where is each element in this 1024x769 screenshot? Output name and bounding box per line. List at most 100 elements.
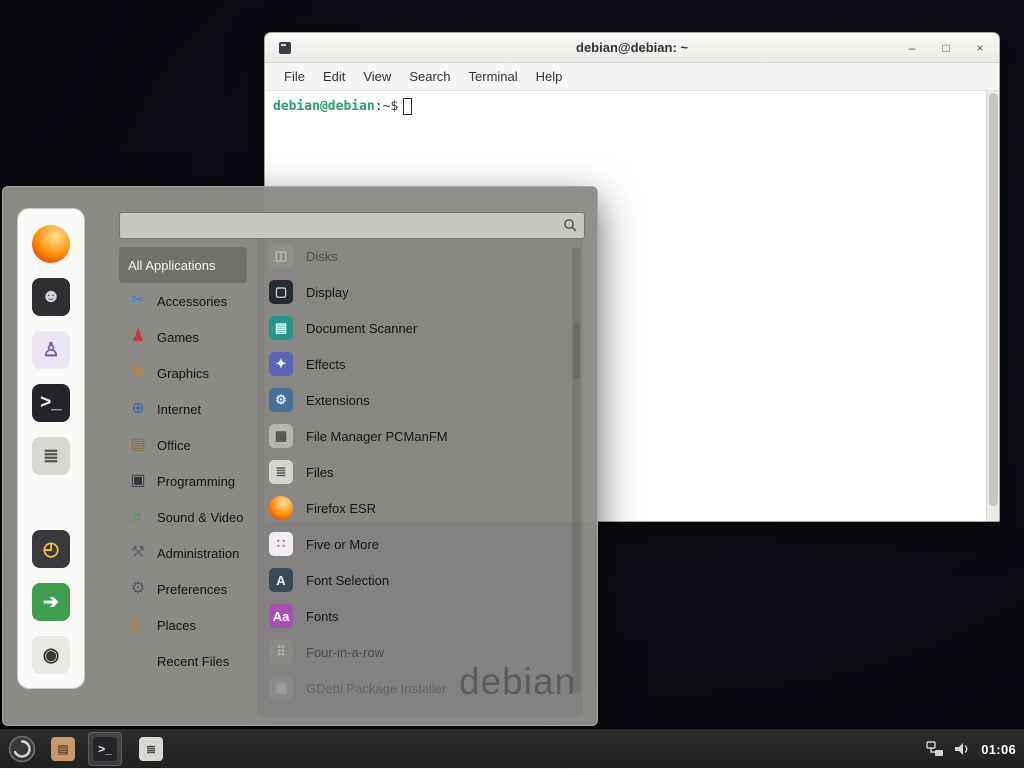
category-icon: ♟ <box>128 329 148 345</box>
app-extensions[interactable]: ⚙ Extensions <box>265 382 565 418</box>
prompt-user: debian@debian <box>273 99 375 114</box>
category-icon: ▥ <box>128 617 148 633</box>
terminal-menu-view[interactable]: View <box>354 66 400 87</box>
favorite-firefox[interactable] <box>32 225 70 263</box>
application-icon: ▦ <box>269 424 293 448</box>
app-four-in-a-row[interactable]: ⠿ Four-in-a-row <box>265 634 565 670</box>
application-list: ◫ Disks ▢ Display ▤ Document Scanner ✦ E… <box>265 238 565 706</box>
application-icon: ∷ <box>269 532 293 556</box>
menu-button[interactable] <box>8 735 36 763</box>
application-label: GDebi Package Installer <box>306 681 446 696</box>
category-all-applications[interactable]: All Applications <box>119 247 247 283</box>
volume-icon[interactable] <box>954 741 971 757</box>
category-internet[interactable]: ⊕ Internet <box>119 391 269 427</box>
launcher-icon: >_ <box>93 737 117 761</box>
terminal-cursor <box>403 98 412 115</box>
application-icon: ▢ <box>269 280 293 304</box>
desktop: debian@debian: ~ – □ × File Edit View Se… <box>0 0 1024 768</box>
category-preferences[interactable]: ⚙ Preferences <box>119 571 269 607</box>
category-recent-files[interactable]: Recent Files <box>119 643 269 679</box>
terminal-menu-edit[interactable]: Edit <box>314 66 354 87</box>
application-label: File Manager PCManFM <box>306 429 448 444</box>
launcher-icon: ≣ <box>139 737 163 761</box>
favorite-files[interactable]: ≣ <box>32 437 70 475</box>
bottom-panel: ▤ >_ ≣ 01:06 <box>0 728 1024 768</box>
favorite-pidgin[interactable]: ♙ <box>32 331 70 369</box>
launcher-icon: ▤ <box>51 737 75 761</box>
category-icon: ▤ <box>128 437 148 453</box>
favorite-terminal[interactable]: >_ <box>32 384 70 422</box>
category-label: Graphics <box>157 366 209 381</box>
category-icon: ⚒ <box>128 545 148 561</box>
app-firefox-esr[interactable]: Firefox ESR <box>265 490 565 526</box>
application-label: Display <box>306 285 349 300</box>
category-sound-video[interactable]: ♬ Sound & Video <box>119 499 269 535</box>
network-icon[interactable] <box>926 741 944 758</box>
category-label: Administration <box>157 546 239 561</box>
application-label: Document Scanner <box>306 321 417 336</box>
favorites-apps-group: ☻ ♙ >_ ≣ <box>32 225 70 475</box>
category-administration[interactable]: ⚒ Administration <box>119 535 269 571</box>
app-font-selection[interactable]: A Font Selection <box>265 562 565 598</box>
category-programming[interactable]: ▣ Programming <box>119 463 269 499</box>
apps-scrollbar-thumb[interactable] <box>573 323 580 379</box>
app-files[interactable]: ≣ Files <box>265 454 565 490</box>
panel-launcher-terminal[interactable]: >_ <box>88 732 122 766</box>
application-label: Five or More <box>306 537 379 552</box>
terminal-menu-terminal[interactable]: Terminal <box>460 66 527 87</box>
application-icon: ⚙ <box>269 388 293 412</box>
app-disks[interactable]: ◫ Disks <box>265 238 565 274</box>
minimize-button[interactable]: – <box>903 39 921 57</box>
application-icon: ≣ <box>269 460 293 484</box>
apps-scrollbar[interactable] <box>572 247 581 693</box>
menu-search-box <box>119 212 585 239</box>
category-icon: ▣ <box>128 473 148 489</box>
favorites-panel: ☻ ♙ >_ ≣ ◴ ➔ ◉ <box>17 208 85 689</box>
panel-launcher-files[interactable]: ≣ <box>134 732 168 766</box>
favorite-logout[interactable]: ➔ <box>32 583 70 621</box>
terminal-menu-file[interactable]: File <box>275 66 314 87</box>
app-file-manager-pcmanfm[interactable]: ▦ File Manager PCManFM <box>265 418 565 454</box>
app-document-scanner[interactable]: ▤ Document Scanner <box>265 310 565 346</box>
search-input[interactable] <box>126 213 563 238</box>
favorite-people-app[interactable]: ☻ <box>32 278 70 316</box>
favorite-quit[interactable]: ◉ <box>32 636 70 674</box>
app-display[interactable]: ▢ Display <box>265 274 565 310</box>
terminal-prompt-line: debian@debian:~$ <box>265 91 999 122</box>
category-label: Accessories <box>157 294 227 309</box>
application-menu: debian ☻ ♙ >_ ≣ ◴ ➔ <box>2 186 598 726</box>
category-label: Office <box>157 438 191 453</box>
category-icon: ✂ <box>128 293 148 309</box>
favorite-lock-screen[interactable]: ◴ <box>32 530 70 568</box>
app-five-or-more[interactable]: ∷ Five or More <box>265 526 565 562</box>
application-label: Font Selection <box>306 573 389 588</box>
application-label: Firefox ESR <box>306 501 376 516</box>
app-gdebi-package-installer[interactable]: ▣ GDebi Package Installer <box>265 670 565 706</box>
terminal-scrollbar-thumb[interactable] <box>989 93 998 506</box>
application-label: Effects <box>306 357 346 372</box>
application-label: Extensions <box>306 393 370 408</box>
category-graphics[interactable]: ✎ Graphics <box>119 355 269 391</box>
category-office[interactable]: ▤ Office <box>119 427 269 463</box>
category-icon: ⊕ <box>128 401 148 417</box>
category-label: Preferences <box>157 582 227 597</box>
panel-launcher-file-manager[interactable]: ▤ <box>46 732 80 766</box>
terminal-titlebar[interactable]: debian@debian: ~ – □ × <box>265 33 999 63</box>
terminal-menu-search[interactable]: Search <box>400 66 459 87</box>
system-tray: 01:06 <box>926 729 1016 769</box>
category-label: Games <box>157 330 199 345</box>
close-button[interactable]: × <box>971 39 989 57</box>
category-label: Internet <box>157 402 201 417</box>
app-effects[interactable]: ✦ Effects <box>265 346 565 382</box>
category-label: All Applications <box>128 258 215 273</box>
panel-clock[interactable]: 01:06 <box>981 742 1016 757</box>
terminal-scrollbar[interactable] <box>986 91 999 521</box>
terminal-menu-help[interactable]: Help <box>527 66 572 87</box>
category-accessories[interactable]: ✂ Accessories <box>119 283 269 319</box>
category-games[interactable]: ♟ Games <box>119 319 269 355</box>
maximize-button[interactable]: □ <box>937 39 955 57</box>
app-fonts[interactable]: Aa Fonts <box>265 598 565 634</box>
category-places[interactable]: ▥ Places <box>119 607 269 643</box>
terminal-window-icon <box>279 42 291 54</box>
application-label: Four-in-a-row <box>306 645 384 660</box>
